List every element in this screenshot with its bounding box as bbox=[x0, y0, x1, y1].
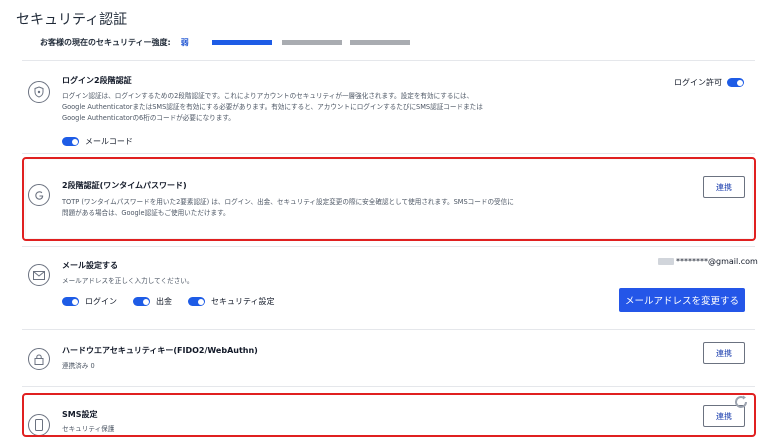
change-email-button[interactable]: メールアドレスを変更する bbox=[619, 288, 745, 312]
strength-label: お客様の現在のセキュリティー強度: bbox=[40, 37, 171, 47]
shield-icon bbox=[28, 81, 50, 103]
strength-bar-3 bbox=[350, 40, 410, 45]
strength-bar-1 bbox=[212, 40, 272, 45]
refresh-icon[interactable] bbox=[733, 394, 749, 410]
security-strength: お客様の現在のセキュリティー強度: 弱 bbox=[40, 36, 189, 48]
email-login-toggle[interactable] bbox=[62, 297, 79, 306]
page-title: セキュリティ認証 bbox=[16, 12, 128, 28]
login-allow: ログイン許可 bbox=[674, 77, 744, 88]
login-allow-toggle[interactable] bbox=[727, 78, 744, 87]
login-2fa-desc: ログイン認証は、ログインするための2段階認証です。これによりアカウントのセキュリ… bbox=[62, 92, 483, 122]
strength-bar-2 bbox=[282, 40, 342, 45]
hardware-desc: 連携済み 0 bbox=[62, 362, 95, 370]
lock-icon bbox=[28, 348, 50, 370]
email-masked-text: ********@gmail.com bbox=[676, 257, 758, 266]
highlight-box-totp bbox=[22, 157, 756, 241]
email-security-label: セキュリティ設定 bbox=[211, 297, 275, 306]
login-2fa-title: ログイン2段階認証 bbox=[62, 76, 132, 85]
divider bbox=[22, 153, 755, 154]
email-toggle-row: ログイン 出金 セキュリティ設定 bbox=[62, 296, 291, 307]
divider bbox=[22, 60, 755, 61]
login-2fa-toggle-row: メールコード bbox=[62, 136, 149, 147]
mail-icon bbox=[28, 264, 50, 286]
email-blur bbox=[658, 258, 674, 265]
hardware-connect-button[interactable]: 連携 bbox=[703, 342, 745, 364]
email-masked: ********@gmail.com bbox=[658, 257, 758, 266]
divider bbox=[22, 329, 755, 330]
email-code-label: メールコード bbox=[85, 137, 133, 146]
email-withdraw-label: 出金 bbox=[156, 297, 172, 306]
email-desc: メールアドレスを正しく入力してください。 bbox=[62, 277, 194, 285]
login-allow-label: ログイン許可 bbox=[674, 78, 722, 87]
email-security-toggle[interactable] bbox=[188, 297, 205, 306]
email-withdraw-toggle[interactable] bbox=[133, 297, 150, 306]
divider bbox=[22, 246, 755, 247]
strength-value: 弱 bbox=[180, 37, 189, 47]
hardware-title: ハードウエアセキュリティキー(FIDO2/WebAuthn) bbox=[62, 346, 258, 355]
email-login-label: ログイン bbox=[85, 297, 117, 306]
email-code-toggle[interactable] bbox=[62, 137, 79, 146]
divider bbox=[22, 386, 755, 387]
email-title: メール設定する bbox=[62, 261, 118, 270]
highlight-box-sms bbox=[22, 393, 756, 437]
